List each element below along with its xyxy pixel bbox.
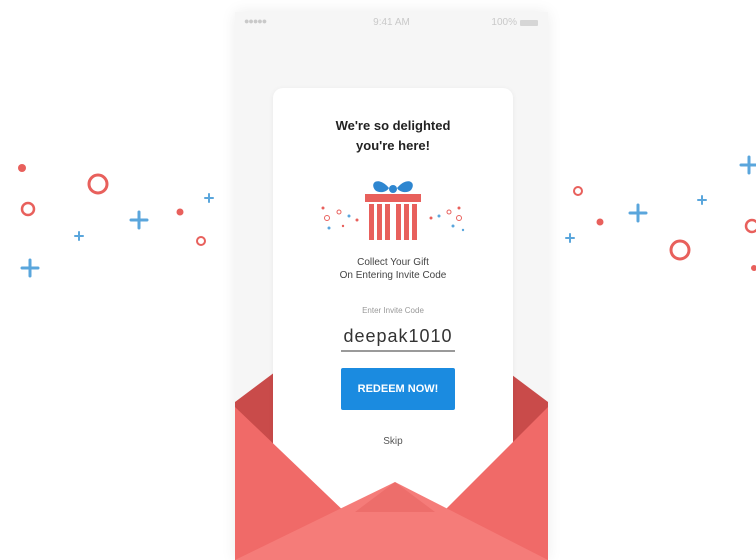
plus-icon <box>20 258 40 278</box>
dot-icon <box>176 208 184 216</box>
plus-icon <box>697 195 707 205</box>
circle-icon <box>573 186 583 196</box>
phone-frame: ●●●●● 9:41 AM 100% We're so delighted yo… <box>235 12 548 560</box>
circle-icon <box>744 218 756 234</box>
plus-icon <box>565 233 575 243</box>
dot-icon <box>751 265 756 271</box>
plus-icon <box>74 231 84 241</box>
envelope-front <box>235 407 548 560</box>
circle-icon <box>87 173 109 195</box>
plus-icon <box>129 210 149 230</box>
circle-icon <box>20 201 36 217</box>
dot-icon <box>18 164 26 172</box>
circle-icon <box>196 236 206 246</box>
dot-icon <box>596 218 604 226</box>
plus-icon <box>204 193 214 203</box>
plus-icon <box>628 203 648 223</box>
plus-icon <box>739 155 756 175</box>
circle-icon <box>669 239 691 261</box>
